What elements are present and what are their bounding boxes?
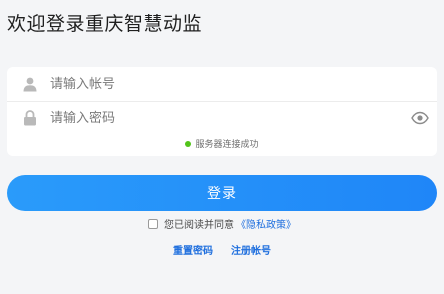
login-button[interactable]: 登录 — [7, 175, 437, 211]
account-input[interactable] — [50, 72, 380, 97]
server-status-text: 服务器连接成功 — [195, 140, 259, 150]
password-input[interactable] — [50, 106, 380, 130]
eye-icon[interactable] — [411, 110, 429, 126]
lock-icon — [22, 110, 38, 126]
user-icon — [22, 77, 38, 93]
privacy-policy-link[interactable]: 《隐私政策》 — [236, 216, 296, 231]
account-links: 重置密码 注册帐号 — [0, 242, 444, 257]
login-page: 欢迎登录重庆智慧动监 请输入帐号 服务器连接成功 登录 您已阅读并同意 《隐私政… — [0, 0, 444, 294]
register-account-link[interactable]: 注册帐号 — [231, 242, 271, 257]
agree-text: 您已阅读并同意 — [164, 220, 234, 231]
privacy-agreement: 您已阅读并同意 《隐私政策》 — [0, 216, 444, 231]
status-dot-icon — [185, 140, 192, 147]
page-title: 欢迎登录重庆智慧动监 — [7, 13, 203, 35]
reset-password-link[interactable]: 重置密码 — [173, 242, 213, 257]
agree-checkbox[interactable] — [148, 218, 158, 229]
server-status: 服务器连接成功 — [7, 137, 437, 150]
login-form-card: 服务器连接成功 — [7, 67, 437, 156]
account-row — [7, 68, 437, 101]
password-row — [7, 101, 437, 134]
